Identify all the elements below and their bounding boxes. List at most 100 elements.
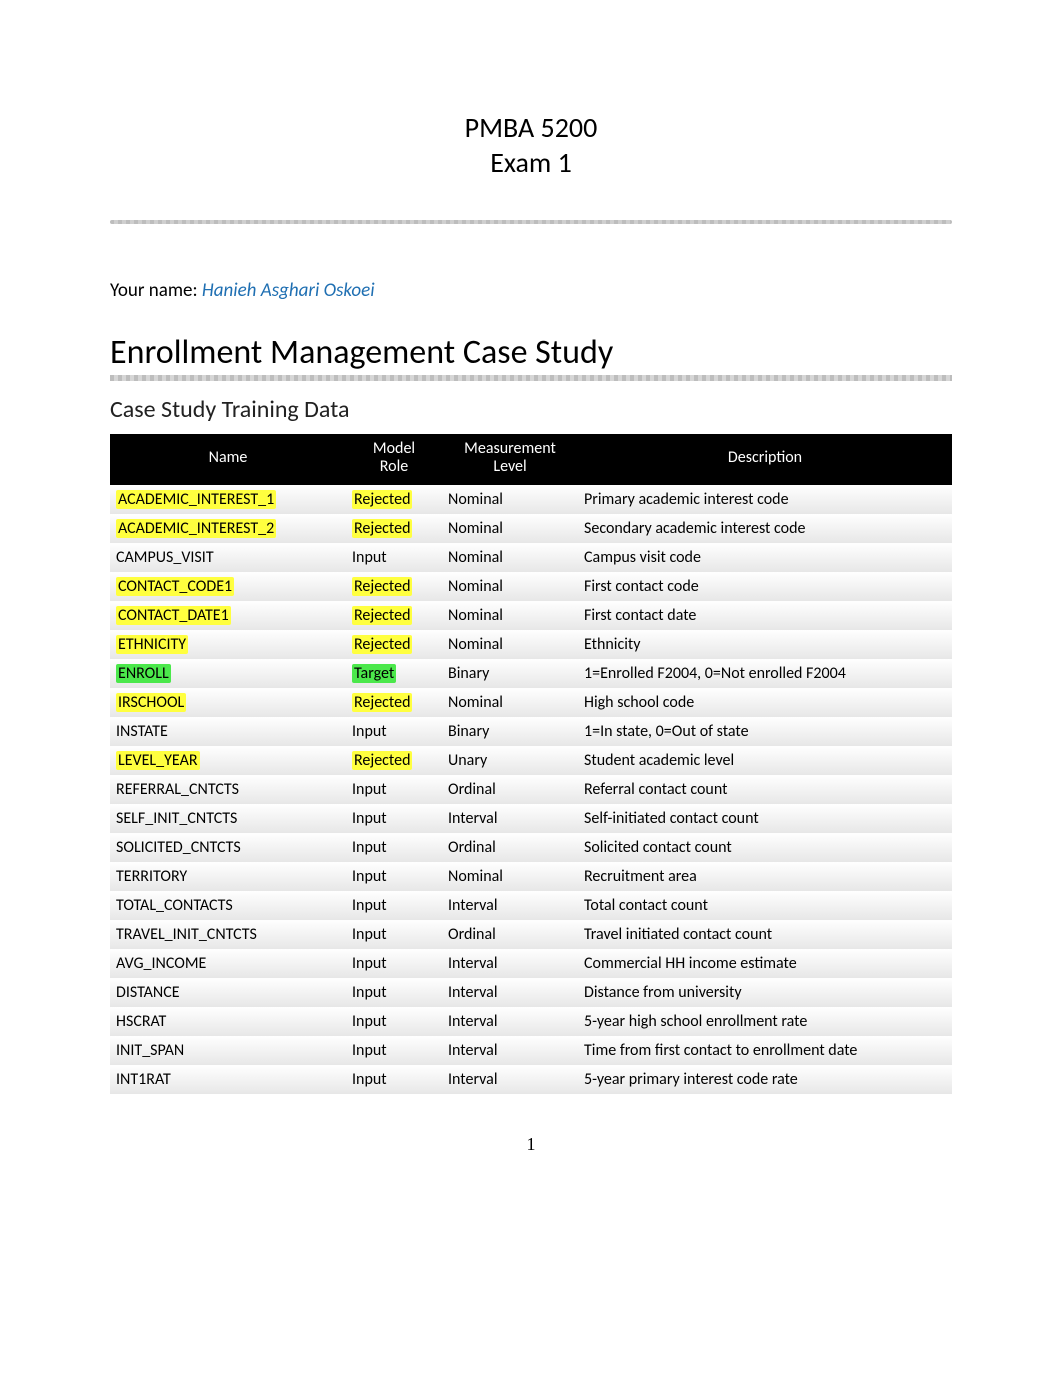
cell-role: Rejected <box>346 630 442 659</box>
your-name-label: Your name: <box>110 279 202 302</box>
cell-name-text: HSCRAT <box>116 1012 166 1031</box>
col-header-name: Name <box>110 434 346 485</box>
cell-level: Interval <box>442 1065 578 1094</box>
col-header-role-l1: Model <box>373 439 415 458</box>
cell-description: Campus visit code <box>578 543 952 572</box>
table-row: DISTANCE InputIntervalDistance from unive… <box>110 978 952 1007</box>
cell-level: Nominal <box>442 543 578 572</box>
cell-name-text: REFERRAL_CNTCTS <box>116 780 239 799</box>
cell-role-text: Input <box>352 809 387 828</box>
cell-level: Binary <box>442 659 578 688</box>
title-line-1: PMBA 5200 <box>110 110 952 145</box>
table-row: SELF_INIT_CNTCTSInputIntervalSelf-initia… <box>110 804 952 833</box>
cell-name-text: TRAVEL_INIT_CNTCTS <box>116 925 257 944</box>
cell-description: Total contact count <box>578 891 952 920</box>
cell-role-text: Rejected <box>352 606 412 625</box>
cell-level: Ordinal <box>442 920 578 949</box>
cell-name-text: SOLICITED_CNTCTS <box>116 838 241 857</box>
table-row: TRAVEL_INIT_CNTCTSInputOrdinalTravel ini… <box>110 920 952 949</box>
cell-name: SOLICITED_CNTCTS <box>110 833 346 862</box>
your-name-line: Your name: Hanieh Asghari Oskoei <box>110 279 952 302</box>
cell-level: Nominal <box>442 514 578 543</box>
cell-role: Input <box>346 978 442 1007</box>
training-data-table: Name Model Role Measurement Level Descri… <box>110 434 952 1094</box>
cell-role: Input <box>346 891 442 920</box>
cell-description: Distance from university <box>578 978 952 1007</box>
cell-role: Input <box>346 1007 442 1036</box>
table-row: CONTACT_CODE1RejectedNominalFirst contac… <box>110 572 952 601</box>
cell-name-text: CAMPUS_VISIT <box>116 548 214 567</box>
cell-level: Binary <box>442 717 578 746</box>
col-header-name-text: Name <box>209 448 248 467</box>
cell-name-text: TERRITORY <box>116 867 187 886</box>
cell-description: 5-year high school enrollment rate <box>578 1007 952 1036</box>
cell-description: Time from first contact to enrollment da… <box>578 1036 952 1065</box>
cell-description: Student academic level <box>578 746 952 775</box>
cell-level: Interval <box>442 1036 578 1065</box>
table-row: TOTAL_CONTACTSInputIntervalTotal contact… <box>110 891 952 920</box>
table-row: INT1RATInputInterval5-year primary inter… <box>110 1065 952 1094</box>
cell-role-text: Rejected <box>352 519 412 538</box>
col-header-description: Description <box>578 434 952 485</box>
cell-level: Unary <box>442 746 578 775</box>
cell-description: Solicited contact count <box>578 833 952 862</box>
col-header-role: Model Role <box>346 434 442 485</box>
page-number: 1 <box>110 1134 952 1155</box>
cell-name-text: IRSCHOOL <box>116 693 186 712</box>
cell-role-text: Input <box>352 925 387 944</box>
table-row: CAMPUS_VISITInputNominalCampus visit cod… <box>110 543 952 572</box>
cell-description: High school code <box>578 688 952 717</box>
cell-name-text: LEVEL_YEAR <box>116 751 200 770</box>
table-row: CONTACT_DATE1RejectedNominalFirst contac… <box>110 601 952 630</box>
table-row: HSCRAT Input Interval5-year high school en… <box>110 1007 952 1036</box>
cell-level: Interval <box>442 978 578 1007</box>
cell-name: SELF_INIT_CNTCTS <box>110 804 346 833</box>
cell-name: ACADEMIC_INTEREST_1 <box>110 485 346 514</box>
cell-role: Input <box>346 775 442 804</box>
cell-role: Rejected <box>346 572 442 601</box>
cell-name: CONTACT_CODE1 <box>110 572 346 601</box>
cell-role: Rejected <box>346 601 442 630</box>
cell-name: LEVEL_YEAR <box>110 746 346 775</box>
cell-role-text: Rejected <box>352 577 412 596</box>
cell-role-text: Input <box>352 1012 387 1031</box>
cell-name: CAMPUS_VISIT <box>110 543 346 572</box>
page: PMBA 5200 Exam 1 Your name: Hanieh Asgha… <box>0 0 1062 1195</box>
cell-name: AVG_INCOME <box>110 949 346 978</box>
col-header-role-l2: Role <box>380 457 408 476</box>
title-divider <box>110 220 952 224</box>
cell-role: Rejected <box>346 485 442 514</box>
cell-name: TOTAL_CONTACTS <box>110 891 346 920</box>
cell-name-text: INSTATE <box>116 722 168 741</box>
table-row: ENROLLTargetBinary1=Enrolled F2004, 0=No… <box>110 659 952 688</box>
cell-name: REFERRAL_CNTCTS <box>110 775 346 804</box>
cell-role-text: Input <box>352 867 387 886</box>
table-row: INIT_SPANInputIntervalTime from first co… <box>110 1036 952 1065</box>
cell-name: IRSCHOOL <box>110 688 346 717</box>
cell-role: Input <box>346 1065 442 1094</box>
table-header: Name Model Role Measurement Level Descri… <box>110 434 952 485</box>
cell-name: TERRITORY <box>110 862 346 891</box>
cell-name-text: TOTAL_CONTACTS <box>116 896 233 915</box>
cell-name-text: ACADEMIC_INTEREST_2 <box>116 519 276 538</box>
cell-role-text: Rejected <box>352 693 412 712</box>
cell-description: Referral contact count <box>578 775 952 804</box>
cell-role: Input <box>346 862 442 891</box>
table-row: ETHNICITYRejectedNominalEthnicity <box>110 630 952 659</box>
cell-level: Nominal <box>442 688 578 717</box>
cell-name: CONTACT_DATE1 <box>110 601 346 630</box>
cell-role: Input <box>346 833 442 862</box>
col-header-level: Measurement Level <box>442 434 578 485</box>
cell-level: Interval <box>442 1007 578 1036</box>
table-body: ACADEMIC_INTEREST_1RejectedNominalPrimar… <box>110 485 952 1094</box>
cell-level: Nominal <box>442 601 578 630</box>
cell-role-text: Target <box>352 664 396 683</box>
h1-underline <box>110 375 952 381</box>
cell-name-text: DISTANCE <box>116 983 180 1002</box>
cell-name-text: INIT_SPAN <box>116 1041 184 1060</box>
cell-description: 5-year primary interest code rate <box>578 1065 952 1094</box>
cell-name: INT1RAT <box>110 1065 346 1094</box>
cell-role-text: Rejected <box>352 490 412 509</box>
col-header-level-l1: Measurement <box>464 439 556 458</box>
cell-name-text: CONTACT_CODE1 <box>116 577 234 596</box>
